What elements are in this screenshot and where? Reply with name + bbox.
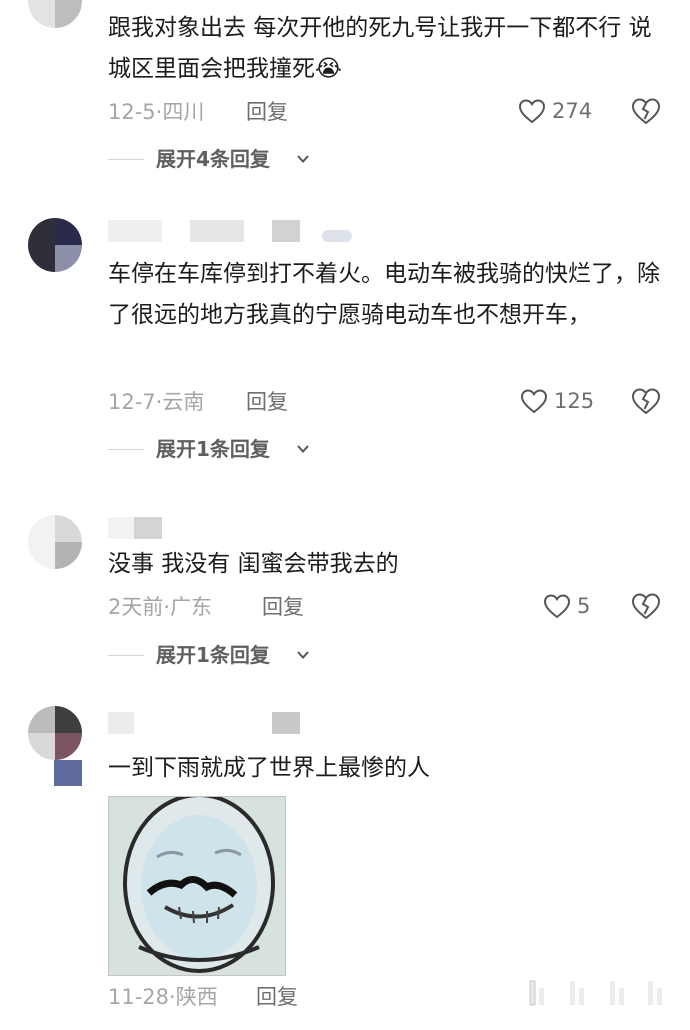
avatar[interactable] — [28, 515, 82, 569]
like-count: 274 — [552, 99, 593, 123]
sticker-image[interactable] — [108, 796, 286, 976]
comment-date: 12-5 — [108, 100, 156, 124]
reply-button[interactable]: 回复 — [246, 97, 288, 127]
divider-line — [108, 159, 144, 160]
avatar[interactable] — [28, 706, 82, 760]
broken-heart-icon[interactable] — [631, 591, 661, 621]
comment-text: 一到下雨就成了世界上最惨的人 — [108, 755, 430, 781]
chevron-down-icon — [297, 651, 309, 659]
reply-button[interactable]: 回复 — [246, 387, 288, 417]
username-blurred[interactable] — [108, 515, 168, 541]
heart-outline-icon — [518, 99, 546, 124]
comment-meta: 11-28·陕西 — [108, 985, 218, 1009]
avatar[interactable] — [28, 218, 82, 272]
reply-button[interactable]: 回复 — [256, 982, 298, 1012]
broken-heart-icon[interactable] — [631, 386, 661, 416]
username-blurred[interactable] — [108, 218, 358, 244]
bar-chart-icon[interactable] — [522, 978, 552, 1008]
heart-outline-icon — [520, 389, 548, 414]
comment-meta: 2天前·广东 — [108, 595, 213, 619]
comment-text: 车停在车库停到打不着火。电动车被我骑的快烂了，除了很远的地方我真的宁愿骑电动车也… — [108, 261, 660, 328]
expand-replies-label: 展开1条回复 — [156, 643, 270, 667]
comment-location: 四川 — [162, 100, 205, 124]
avatar[interactable] — [28, 0, 82, 28]
username-blurred[interactable] — [108, 710, 308, 736]
divider-line — [108, 655, 144, 656]
bar-chart-icon[interactable] — [562, 978, 592, 1008]
comment-text: 没事 我没有 闺蜜会带我去的 — [108, 551, 399, 577]
expand-replies-label: 展开1条回复 — [156, 437, 270, 461]
like-count: 125 — [554, 389, 595, 413]
broken-heart-icon[interactable] — [631, 96, 661, 126]
bar-chart-icon[interactable] — [602, 978, 632, 1008]
heart-outline-icon — [543, 594, 571, 619]
comment-text: 跟我对象出去 每次开他的死九号让我开一下都不行 说城区里面会把我撞死😭 — [108, 15, 652, 82]
comment-meta: 12-7·云南 — [108, 390, 205, 414]
comment-location: 云南 — [162, 390, 205, 414]
comment-location: 广东 — [170, 595, 213, 619]
comment-date: 2天前 — [108, 595, 164, 619]
comment-location: 陕西 — [175, 985, 218, 1009]
meme-face-drawing — [109, 797, 285, 975]
comment-date: 12-7 — [108, 390, 156, 414]
expand-replies-label: 展开4条回复 — [156, 147, 270, 171]
chevron-down-icon — [297, 445, 309, 453]
like-count: 5 — [577, 594, 591, 618]
chevron-down-icon — [297, 155, 309, 163]
bar-chart-icon[interactable] — [640, 978, 670, 1008]
divider-line — [108, 449, 144, 450]
reply-button[interactable]: 回复 — [262, 592, 304, 622]
comment-date: 11-28 — [108, 985, 170, 1009]
avatar-fragment — [54, 760, 82, 786]
comment-meta: 12-5·四川 — [108, 100, 205, 124]
